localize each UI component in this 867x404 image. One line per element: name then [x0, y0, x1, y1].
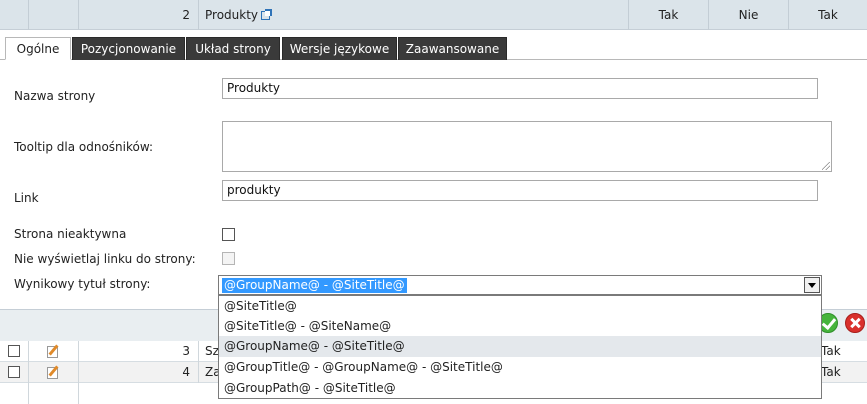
page-name-input[interactable]: Produkty: [222, 78, 818, 99]
row-name-link[interactable]: Produkty: [205, 8, 258, 22]
tab-uklad-strony[interactable]: Układ strony: [186, 37, 280, 60]
table-row-produkty[interactable]: 2 Produkty Tak Nie Tak: [0, 0, 867, 30]
row-name-cell: Produkty: [198, 0, 628, 30]
row-edit-cell: [28, 383, 78, 404]
row-col3: Tak: [788, 0, 867, 30]
chevron-down-icon[interactable]: [804, 277, 820, 293]
result-title-selected: @GroupName@ - @SiteTitle@: [222, 278, 407, 293]
external-link-icon[interactable]: [261, 9, 273, 20]
row-number: 3: [78, 341, 198, 362]
result-title-select[interactable]: @GroupName@ - @SiteTitle@: [218, 275, 822, 295]
row-cell-blank: [28, 0, 78, 30]
row-number: 2: [78, 0, 198, 30]
tab-pozycjonowanie[interactable]: Pozycjonowanie: [72, 37, 185, 60]
tooltip-textarea[interactable]: [222, 121, 832, 172]
row-number: 4: [78, 362, 198, 383]
tooltip-label: Tooltip dla odnośników:: [14, 140, 154, 154]
inactive-label: Strona nieaktywna: [14, 227, 127, 241]
page-name-label: Nazwa strony: [14, 89, 96, 103]
resize-grip-icon[interactable]: [822, 162, 830, 170]
tab-ogolne[interactable]: Ogólne: [5, 37, 71, 60]
inactive-checkbox[interactable]: [222, 228, 235, 241]
row-number-cell: [78, 383, 198, 404]
hide-link-label: Nie wyświetlaj linku do strony:: [14, 252, 196, 266]
dropdown-option[interactable]: @SiteTitle@: [219, 296, 821, 317]
row-last: Tak: [816, 341, 867, 362]
result-title-dropdown[interactable]: @SiteTitle@ @SiteTitle@ - @SiteName@ @Gr…: [218, 295, 822, 399]
row-last: Tak: [816, 362, 867, 383]
dropdown-option[interactable]: @GroupPath@ - @SiteTitle@: [219, 378, 821, 399]
dropdown-option-hover[interactable]: @GroupName@ - @SiteTitle@: [219, 336, 821, 357]
close-icon[interactable]: [845, 313, 865, 333]
row-checkbox[interactable]: [8, 366, 20, 378]
row-edit-cell: [28, 341, 78, 362]
edit-icon[interactable]: [47, 344, 61, 358]
row-edit-cell: [28, 362, 78, 383]
link-input[interactable]: produkty: [222, 180, 818, 201]
row-col2: Nie: [708, 0, 788, 30]
tab-zaawansowane[interactable]: Zaawansowane: [398, 37, 507, 60]
dropdown-option[interactable]: @GroupTitle@ - @GroupName@ - @SiteTitle@: [219, 357, 821, 378]
row-name[interactable]: Za: [198, 362, 221, 383]
hide-link-checkbox: [222, 252, 235, 265]
tab-wersje-jezykowe[interactable]: Wersje językowe: [282, 37, 397, 60]
dropdown-option[interactable]: @SiteTitle@ - @SiteName@: [219, 316, 821, 337]
row-name[interactable]: Sz: [198, 341, 219, 362]
result-title-label: Wynikowy tytuł strony:: [14, 277, 151, 291]
link-label: Link: [14, 191, 39, 205]
row-checkbox[interactable]: [8, 345, 20, 357]
edit-icon[interactable]: [47, 365, 61, 379]
row-col1: Tak: [628, 0, 708, 30]
